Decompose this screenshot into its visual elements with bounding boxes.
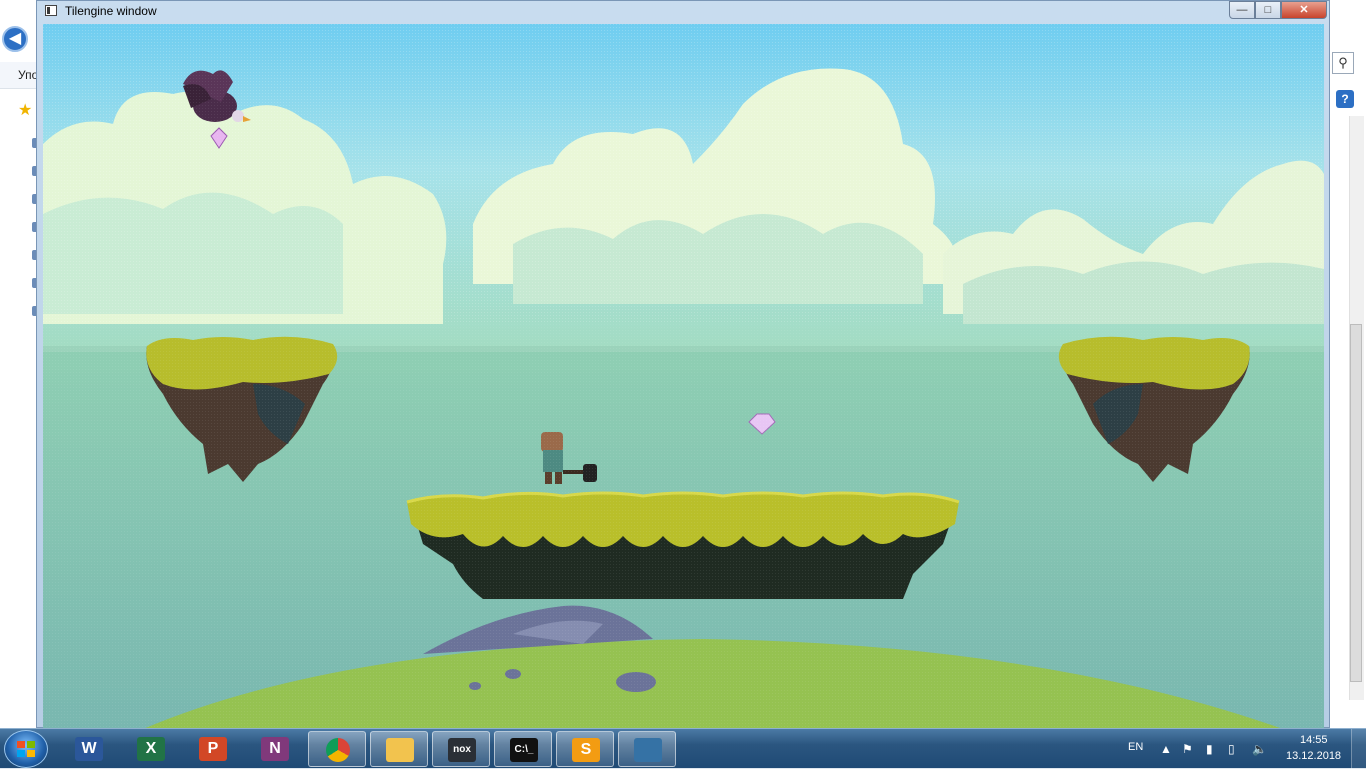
nox-icon: nox — [448, 738, 476, 762]
battery-icon[interactable]: ▯ — [1228, 742, 1235, 756]
scrollbar-thumb[interactable] — [1350, 324, 1362, 682]
network-signal-icon[interactable]: ▮ — [1206, 742, 1213, 756]
favorites-star-icon[interactable]: ★ — [18, 100, 32, 120]
system-tray: EN ▲ ⚑ ▮ ▯ 🔈 14:55 13.12.2018 — [1120, 729, 1366, 769]
window-title: Tilengine window — [65, 4, 157, 18]
clock-time[interactable]: 14:55 — [1300, 734, 1328, 746]
clock-date[interactable]: 13.12.2018 — [1286, 750, 1341, 762]
start-button[interactable] — [4, 730, 48, 768]
sublime-text-icon: S — [572, 738, 600, 762]
minimize-button[interactable]: — — [1229, 1, 1255, 19]
taskbar: W X P Nnox C:\_ S EN ▲ ⚑ ▮ ▯ 🔈 14:55 13.12.20… — [0, 728, 1366, 769]
taskbar-app-chrome[interactable] — [308, 731, 366, 767]
explorer-right-pane: ⚲ ? — [1326, 24, 1366, 728]
word-icon: W — [75, 737, 103, 761]
taskbar-app-word[interactable]: W — [60, 731, 118, 767]
close-button[interactable]: ✕ — [1281, 1, 1327, 19]
app-window-icon — [45, 5, 57, 16]
back-arrow-icon[interactable]: ◀ — [2, 26, 28, 52]
help-icon[interactable]: ? — [1336, 90, 1354, 108]
maximize-button[interactable]: □ — [1255, 1, 1281, 19]
show-hidden-icons-icon[interactable]: ▲ — [1160, 742, 1172, 756]
window-titlebar[interactable]: Tilengine window — □ ✕ — [37, 1, 1329, 23]
language-indicator[interactable]: EN — [1128, 741, 1143, 753]
command-prompt-icon: C:\_ — [510, 738, 538, 762]
show-desktop-button[interactable] — [1351, 729, 1366, 769]
taskbar-app-file-explorer[interactable] — [370, 731, 428, 767]
onenote-icon: N — [261, 737, 289, 761]
game-scene — [43, 24, 1324, 729]
game-viewport[interactable] — [43, 24, 1324, 729]
taskbar-app-onenote[interactable]: N — [246, 731, 304, 767]
taskbar-app-excel[interactable]: X — [122, 731, 180, 767]
taskbar-app-command-prompt[interactable]: C:\_ — [494, 731, 552, 767]
excel-icon: X — [137, 737, 165, 761]
taskbar-app-powerpoint[interactable]: P — [184, 731, 242, 767]
powerpoint-icon: P — [199, 737, 227, 761]
volume-icon[interactable]: 🔈 — [1252, 742, 1267, 756]
windows-logo-icon — [17, 741, 35, 757]
action-center-flag-icon[interactable]: ⚑ — [1182, 742, 1193, 756]
search-icon[interactable]: ⚲ — [1332, 52, 1354, 74]
tilengine-window: Tilengine window — □ ✕ — [36, 0, 1330, 729]
taskbar-app-nox[interactable]: nox — [432, 731, 490, 767]
taskbar-app-sublime-text[interactable]: S — [556, 731, 614, 767]
chrome-icon — [326, 738, 350, 762]
file-explorer-icon — [386, 738, 414, 762]
python-icon — [634, 738, 662, 762]
taskbar-app-python[interactable] — [618, 731, 676, 767]
